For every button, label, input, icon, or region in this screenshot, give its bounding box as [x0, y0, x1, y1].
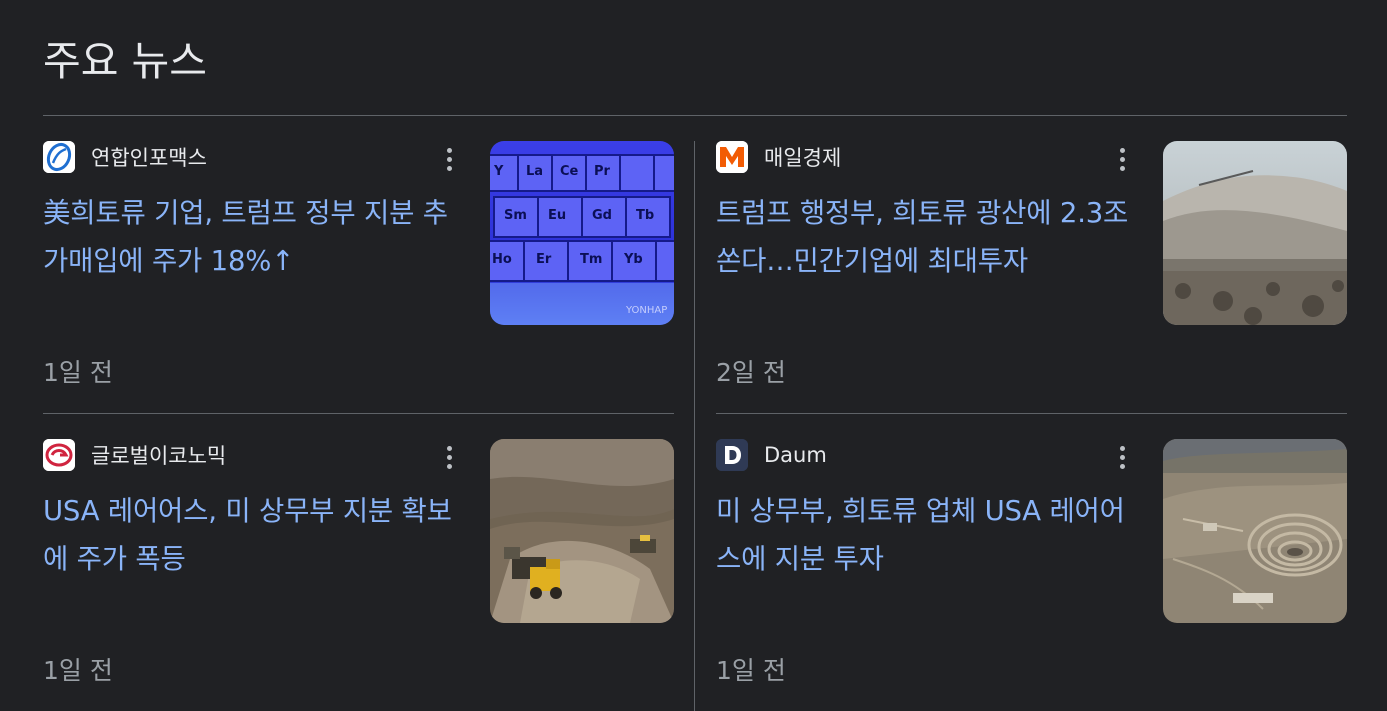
svg-text:Yb: Yb [623, 252, 643, 267]
article-age: 1일 전 [43, 358, 113, 387]
article-age: 2일 전 [716, 358, 786, 387]
yonhap-infomax-logo-icon [43, 141, 75, 173]
global-economic-logo-icon [43, 439, 75, 471]
svg-text:Pr: Pr [594, 164, 611, 179]
svg-text:Er: Er [536, 252, 552, 267]
source-name: 글로벌이코노믹 [91, 444, 227, 468]
headline-link[interactable]: 미 상무부, 희토류 업체 USA 레어어스에 지분 투자 [716, 487, 1136, 583]
svg-text:Y: Y [493, 164, 504, 179]
more-options-icon[interactable] [1110, 145, 1134, 173]
section-title: 주요 뉴스 [43, 37, 207, 85]
more-options-icon[interactable] [1110, 443, 1134, 471]
svg-text:Tm: Tm [580, 252, 602, 267]
yonhap-watermark: YONHAP [625, 305, 667, 316]
source-name: 매일경제 [764, 146, 842, 170]
news-card[interactable]: 연합인포맥스 美희토류 기업, 트럼프 정부 지분 추가매입에 주가 18%↑ [43, 141, 674, 411]
svg-text:Eu: Eu [548, 208, 566, 223]
more-options-icon[interactable] [437, 145, 461, 173]
maeil-business-m-logo-icon [716, 141, 748, 173]
row-divider [43, 413, 674, 414]
article-thumbnail[interactable] [1163, 141, 1347, 325]
column-divider [694, 141, 695, 711]
svg-text:Tb: Tb [636, 208, 654, 223]
svg-text:Ho: Ho [492, 252, 512, 267]
section-divider [43, 115, 1347, 116]
article-thumbnail[interactable] [490, 439, 674, 623]
svg-text:Sm: Sm [504, 208, 527, 223]
news-source[interactable]: 매일경제 [716, 141, 841, 173]
news-card[interactable]: Daum 미 상무부, 희토류 업체 USA 레어어스에 지분 투자 1일 전 [716, 439, 1347, 709]
headline-link[interactable]: 美희토류 기업, 트럼프 정부 지분 추가매입에 주가 18%↑ [43, 189, 463, 285]
svg-text:Gd: Gd [592, 208, 612, 223]
news-card[interactable]: 매일경제 트럼프 행정부, 희토류 광산에 2.3조 쏜다…민간기업에 최대투자… [716, 141, 1347, 411]
svg-text:La: La [526, 164, 543, 179]
article-thumbnail[interactable]: Y La Ce Pr Sm Eu Gd Tb Ho Er Tm Yb YONHAP [490, 141, 674, 325]
daum-d-logo-icon [716, 439, 748, 471]
source-name: 연합인포맥스 [91, 146, 207, 170]
article-age: 1일 전 [716, 656, 786, 685]
svg-text:Ce: Ce [560, 164, 579, 179]
news-source[interactable]: Daum [716, 439, 827, 471]
news-source[interactable]: 연합인포맥스 [43, 141, 207, 173]
article-thumbnail[interactable] [1163, 439, 1347, 623]
news-card[interactable]: 글로벌이코노믹 USA 레어어스, 미 상무부 지분 확보에 주가 폭등 1일 … [43, 439, 674, 709]
source-name: Daum [764, 443, 827, 467]
row-divider [716, 413, 1347, 414]
headline-link[interactable]: 트럼프 행정부, 희토류 광산에 2.3조 쏜다…민간기업에 최대투자 [716, 189, 1136, 285]
article-age: 1일 전 [43, 656, 113, 685]
more-options-icon[interactable] [437, 443, 461, 471]
headline-link[interactable]: USA 레어어스, 미 상무부 지분 확보에 주가 폭등 [43, 487, 463, 583]
news-source[interactable]: 글로벌이코노믹 [43, 439, 226, 471]
